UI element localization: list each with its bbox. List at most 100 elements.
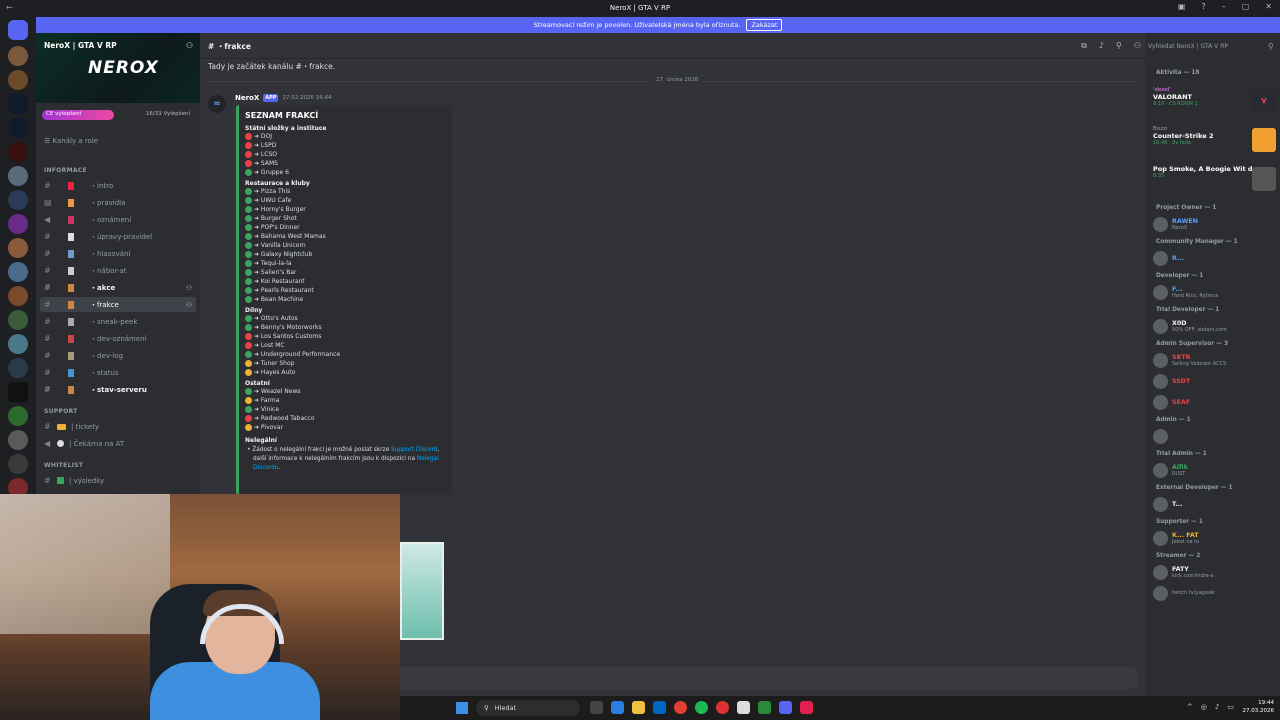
- channel-hlasovani[interactable]: # ・hlasování: [40, 246, 196, 261]
- category-whitelist[interactable]: WHITELIST: [44, 462, 83, 469]
- member-item[interactable]: X0D 50% OFF: xodant.com: [1153, 317, 1278, 335]
- channel-tickety[interactable]: # | tickety: [40, 419, 196, 434]
- server-icon[interactable]: [8, 430, 28, 450]
- server-banner-logo: NEROX: [88, 58, 159, 78]
- member-item[interactable]: T...: [1153, 495, 1278, 513]
- add-member-icon[interactable]: ⚇: [186, 41, 193, 50]
- server-icon[interactable]: [8, 70, 28, 90]
- spotify-icon[interactable]: [695, 701, 708, 714]
- chrome-icon[interactable]: [674, 701, 687, 714]
- channel-oznameni[interactable]: ◀ ・oznámení: [40, 212, 196, 227]
- member-item[interactable]: K... FAT Jebat na to: [1153, 529, 1278, 547]
- back-arrow-icon[interactable]: ←: [6, 3, 13, 12]
- channel-nabor-at[interactable]: # ・nábor-at: [40, 263, 196, 278]
- member-item[interactable]: SSDT: [1153, 372, 1278, 390]
- server-icon[interactable]: [8, 142, 28, 162]
- mute-icon[interactable]: ♪: [1099, 41, 1104, 51]
- server-icon[interactable]: [8, 286, 28, 306]
- channel-status[interactable]: # ・status: [40, 365, 196, 380]
- volume-icon[interactable]: ♪: [1215, 703, 1219, 711]
- member-search[interactable]: Vyhledat NeroX | GTA V RP ⚲: [1148, 38, 1276, 54]
- discord-taskbar-icon[interactable]: [779, 701, 792, 714]
- clock-icon: [57, 440, 64, 447]
- member-item[interactable]: SEAF: [1153, 393, 1278, 411]
- category-support[interactable]: SUPPORT: [44, 408, 78, 415]
- channels-and-roles[interactable]: ☰ Kanály a role: [44, 137, 98, 145]
- member-item[interactable]: [1153, 427, 1278, 445]
- member-item[interactable]: SBTR Selling Valorant ACCS: [1153, 351, 1278, 369]
- server-icon[interactable]: [8, 118, 28, 138]
- server-icon[interactable]: [8, 358, 28, 378]
- hash-icon: #: [44, 249, 51, 258]
- nerox-server-icon[interactable]: [8, 94, 28, 114]
- add-member-icon[interactable]: ⚇: [186, 301, 192, 309]
- author-name[interactable]: NeroX: [235, 94, 259, 102]
- server-icon[interactable]: [8, 406, 28, 426]
- activity-card[interactable]: Pop Smoke, A Boogie Wit d... 0:35: [1153, 165, 1280, 193]
- maximize-button[interactable]: ▢: [1242, 2, 1250, 11]
- channel-sneak-peek[interactable]: # ・sneak-peek: [40, 314, 196, 329]
- channel-pravidla[interactable]: ▤ ・pravidla: [40, 195, 196, 210]
- channel-intro[interactable]: # ・intro: [40, 178, 196, 193]
- channel-dev-log[interactable]: # ・dev-log: [40, 348, 196, 363]
- store-icon[interactable]: [653, 701, 666, 714]
- disable-streamer-mode-button[interactable]: Zakázat: [746, 19, 783, 31]
- member-item[interactable]: RAWEN NeroX: [1153, 215, 1278, 233]
- member-item[interactable]: F... Hard Rico, Rytmus: [1153, 283, 1278, 301]
- member-item[interactable]: FATY kick.com/indra-a: [1153, 563, 1278, 581]
- task-view-icon[interactable]: [590, 701, 603, 714]
- taskbar-clock[interactable]: 19:44 27.03.2026: [1243, 699, 1275, 715]
- channel-stav-serveru[interactable]: # ・stav-serveru: [40, 382, 196, 397]
- battery-icon[interactable]: ▭: [1227, 703, 1234, 711]
- member-item[interactable]: twitch.tv/yagisek: [1153, 584, 1278, 602]
- faction-name: ➜ Salieri's Bar: [254, 269, 297, 276]
- server-icon[interactable]: [8, 214, 28, 234]
- server-icon[interactable]: [8, 334, 28, 354]
- channel-akce[interactable]: # ・akce ⚇: [40, 280, 196, 295]
- list-icon: ☰: [44, 137, 53, 145]
- taskbar-search[interactable]: ⚲ Hledat: [476, 700, 580, 716]
- server-icon[interactable]: [8, 190, 28, 210]
- close-button[interactable]: ✕: [1265, 2, 1272, 11]
- opera-icon[interactable]: [716, 701, 729, 714]
- server-name[interactable]: NeroX | GTA V RP: [44, 41, 117, 50]
- channel-cekarna-na-at[interactable]: ◀ | Čekárna na AT: [40, 436, 196, 451]
- app-icon[interactable]: [800, 701, 813, 714]
- author-avatar[interactable]: ≈: [208, 95, 226, 113]
- member-item[interactable]: R...: [1153, 249, 1278, 267]
- add-member-icon[interactable]: ⚇: [186, 284, 192, 292]
- windows-start-icon[interactable]: [456, 702, 468, 714]
- help-icon[interactable]: ?: [1201, 2, 1205, 11]
- channel-frakce[interactable]: # ・frakce ⚇: [40, 297, 196, 312]
- network-icon[interactable]: ◎: [1201, 703, 1207, 711]
- chevron-up-icon[interactable]: ^: [1187, 703, 1193, 711]
- edge-icon[interactable]: [611, 701, 624, 714]
- category-informace[interactable]: INFORMACE: [44, 167, 87, 174]
- app-icon[interactable]: [758, 701, 771, 714]
- activity-card[interactable]: Bozzi Counter-Strike 2 16:46 · 8v fada: [1153, 126, 1280, 154]
- boost-progress[interactable]: CE vylepšení 16/33 Vylepšení: [42, 110, 192, 120]
- server-header[interactable]: NeroX | GTA V RP ⚇ NEROX: [36, 33, 200, 103]
- file-explorer-icon[interactable]: [632, 701, 645, 714]
- channel-upravy-pravidel[interactable]: # ・úpravy-pravidel: [40, 229, 196, 244]
- members-icon[interactable]: ⚇: [1134, 41, 1141, 51]
- server-icon[interactable]: [8, 166, 28, 186]
- server-icon[interactable]: [8, 310, 28, 330]
- support-discord-link[interactable]: Support Discord: [391, 447, 438, 453]
- server-icon[interactable]: [8, 238, 28, 258]
- threads-icon[interactable]: ⧉: [1081, 41, 1087, 51]
- inbox-icon[interactable]: ▣: [1178, 2, 1186, 11]
- channel-vysledky[interactable]: # | výsledky: [40, 473, 196, 488]
- hash-icon: #: [44, 300, 51, 309]
- server-icon[interactable]: [8, 454, 28, 474]
- server-icon[interactable]: [8, 382, 28, 402]
- pin-icon[interactable]: ⚲: [1116, 41, 1122, 51]
- minimize-button[interactable]: –: [1222, 2, 1226, 11]
- discord-home-icon[interactable]: [8, 20, 28, 40]
- member-item[interactable]: Alfik RUST: [1153, 461, 1278, 479]
- server-icon[interactable]: [8, 46, 28, 66]
- app-icon[interactable]: [737, 701, 750, 714]
- server-icon[interactable]: [8, 262, 28, 282]
- activity-card[interactable]: 'dexel' VALORANT 9:19 · CS ROOM 1 V: [1153, 87, 1280, 115]
- channel-dev-oznameni[interactable]: # ・dev-oznámení: [40, 331, 196, 346]
